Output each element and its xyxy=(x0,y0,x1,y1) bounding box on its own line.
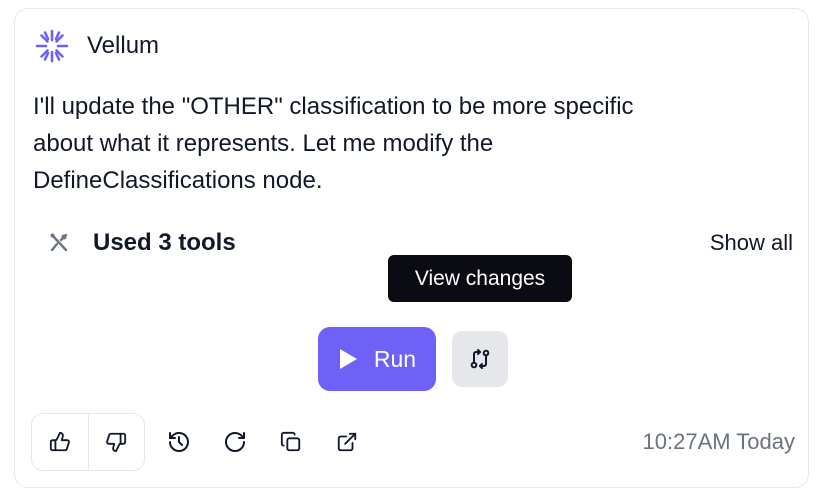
run-button-label: Run xyxy=(373,345,417,372)
message-text: I'll update the "OTHER" classification t… xyxy=(33,88,793,199)
message-footer: 10:27AM Today xyxy=(31,413,795,471)
message-actions xyxy=(165,428,361,456)
message-header: Vellum xyxy=(33,29,159,63)
external-link-icon xyxy=(337,432,357,452)
tools-used-label: Used 3 tools xyxy=(93,229,236,256)
view-changes-tooltip: View changes xyxy=(388,255,572,302)
thumbs-up-icon xyxy=(49,431,70,452)
tools-icon xyxy=(47,231,71,255)
message-line: DefineClassifications node. xyxy=(33,167,323,194)
thumbs-down-icon xyxy=(106,432,127,453)
vellum-logo-icon xyxy=(33,27,71,65)
brand-name: Vellum xyxy=(87,32,160,59)
show-all-button[interactable]: Show all xyxy=(710,230,793,256)
thumbs-down-button[interactable] xyxy=(87,414,145,470)
copy-button[interactable] xyxy=(277,428,305,456)
message-line: about what it represents. Let me modify … xyxy=(33,130,494,157)
message-timestamp: 10:27AM Today xyxy=(642,429,795,454)
history-icon xyxy=(169,432,189,452)
regenerate-button[interactable] xyxy=(221,428,249,456)
copy-icon xyxy=(280,431,301,452)
git-compare-icon xyxy=(470,349,490,369)
thumbs-up-button[interactable] xyxy=(32,414,88,470)
view-changes-button[interactable] xyxy=(452,331,508,387)
assistant-message-card: Vellum I'll update the "OTHER" classific… xyxy=(14,8,809,488)
history-button[interactable] xyxy=(165,428,193,456)
feedback-group xyxy=(31,413,145,471)
refresh-icon xyxy=(225,432,245,452)
message-line: I'll update the "OTHER" classification t… xyxy=(33,93,634,120)
run-button[interactable]: Run xyxy=(318,327,436,391)
open-external-button[interactable] xyxy=(333,428,361,456)
play-icon xyxy=(339,349,357,369)
